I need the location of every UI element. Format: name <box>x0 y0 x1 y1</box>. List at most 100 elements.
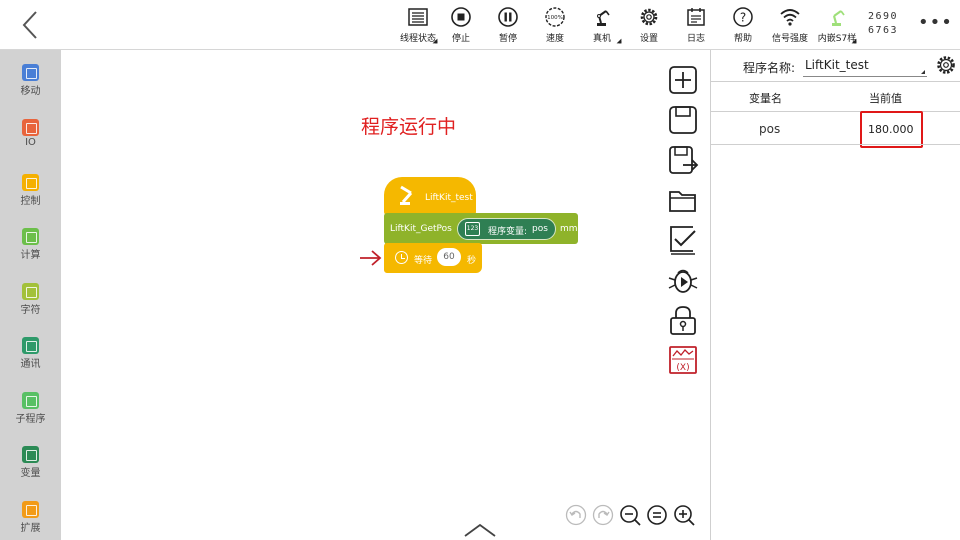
gear-icon[interactable] <box>935 54 957 76</box>
dropdown-triangle-icon <box>432 38 438 44</box>
save-as-icon[interactable] <box>667 144 699 176</box>
svg-text:(X): (X) <box>676 363 689 373</box>
pause-icon <box>498 7 518 27</box>
zoom-reset-icon[interactable] <box>646 504 668 526</box>
dropdown-triangle-icon <box>921 70 925 74</box>
settings-label: 设置 <box>639 34 658 44</box>
thread-status-icon <box>408 8 428 26</box>
dropdown-triangle-icon <box>616 38 622 44</box>
liftkit-getpos-label: LiftKit_GetPos <box>390 224 452 234</box>
zoom-in-icon[interactable] <box>673 504 695 526</box>
wait-unit-label: 秒 <box>467 256 477 266</box>
new-program-icon[interactable] <box>667 64 699 96</box>
open-folder-icon[interactable] <box>667 184 699 216</box>
variable-icon <box>22 446 39 463</box>
dropdown-triangle-icon <box>851 38 857 44</box>
category-move[interactable]: 移动 <box>0 50 61 100</box>
current-step-arrow-icon <box>360 250 382 266</box>
variable-monitor-icon[interactable]: (X) <box>667 344 699 376</box>
string-icon <box>22 283 39 300</box>
status-number-line2: 6763 <box>868 25 899 36</box>
program-canvas[interactable]: 程序运行中 LiftKit_test LiftKit_GetPos 123 程序… <box>61 50 711 540</box>
io-icon <box>22 119 39 136</box>
back-arrow-icon[interactable] <box>18 8 44 42</box>
current-value-column-header: 当前值 <box>869 92 902 105</box>
signal-strength-button[interactable]: 信号强度 <box>767 4 813 48</box>
variable-value-cell: 180.000 <box>868 123 914 136</box>
category-variable[interactable]: 变量 <box>0 432 61 482</box>
category-label: 计算 <box>20 250 41 261</box>
thread-status-button[interactable]: 线程状态 <box>395 4 441 48</box>
help-button[interactable]: ? 帮助 <box>720 4 766 48</box>
pause-button[interactable]: 暂停 <box>485 4 531 48</box>
stop-label: 停止 <box>451 34 470 44</box>
lock-icon[interactable] <box>667 304 699 336</box>
category-extension[interactable]: 扩展 <box>0 487 61 537</box>
gear-icon <box>640 8 658 26</box>
status-numbers: 2690 6763 <box>868 10 908 38</box>
category-string[interactable]: 字符 <box>0 269 61 319</box>
help-label: 帮助 <box>733 34 752 44</box>
category-subroutine[interactable]: 子程序 <box>0 378 61 428</box>
category-io[interactable]: IO <box>0 105 61 155</box>
category-label: 通讯 <box>20 359 41 370</box>
divider <box>711 144 960 145</box>
program-name-label: 程序名称: <box>743 61 796 75</box>
stop-button[interactable]: 停止 <box>438 4 484 48</box>
category-label: IO <box>25 137 36 148</box>
category-label: 子程序 <box>15 414 46 425</box>
panel-header: 程序名称: LiftKit_test <box>711 50 960 82</box>
robot-arm-icon <box>597 10 610 26</box>
log-icon <box>687 8 705 26</box>
control-icon <box>22 174 39 191</box>
clock-icon <box>395 251 408 264</box>
category-label: 扩展 <box>20 523 41 534</box>
save-icon[interactable] <box>667 104 699 136</box>
category-communication[interactable]: 通讯 <box>0 323 61 373</box>
embedded-robot-icon <box>832 10 845 26</box>
robot-arm-icon <box>400 185 413 205</box>
program-name-text: LiftKit_test <box>425 193 473 203</box>
program-variable-value: pos <box>532 224 548 234</box>
number-variable-icon: 123 <box>465 222 480 236</box>
chevron-up-icon[interactable] <box>461 520 499 538</box>
zoom-controls <box>565 504 697 528</box>
block-category-sidebar: 移动 IO 控制 计算 字符 通讯 子程序 变量 扩展 <box>0 50 61 540</box>
category-label: 变量 <box>20 468 41 479</box>
top-toolbar: 线程状态 停止 暂停 100% 速度 真机 设置 日志 ? 帮助 信号强度 内嵌… <box>0 0 960 50</box>
embedded-robot-button[interactable]: 内嵌S7样 <box>814 4 860 48</box>
help-icon: ? <box>733 7 753 27</box>
variable-name-column-header: 变量名 <box>749 92 782 105</box>
category-control[interactable]: 控制 <box>0 160 61 210</box>
wait-seconds-input[interactable]: 60 <box>437 248 461 266</box>
program-running-status: 程序运行中 <box>361 116 457 138</box>
log-button[interactable]: 日志 <box>673 4 719 48</box>
variable-panel: 程序名称: LiftKit_test 变量名 当前值 pos 180.000 <box>710 50 960 540</box>
program-name-select[interactable]: LiftKit_test <box>803 57 927 77</box>
svg-text:?: ? <box>740 11 746 25</box>
extension-icon <box>22 501 39 518</box>
speed-button[interactable]: 100% 速度 <box>532 4 578 48</box>
check-program-icon[interactable] <box>667 224 699 256</box>
more-menu-button[interactable]: ••• <box>918 12 952 33</box>
category-compute[interactable]: 计算 <box>0 214 61 264</box>
calculator-icon <box>22 228 39 245</box>
zoom-out-icon[interactable] <box>619 504 641 526</box>
category-label: 字符 <box>20 305 41 316</box>
category-label: 移动 <box>20 86 41 97</box>
wifi-icon <box>780 9 800 26</box>
move-icon <box>22 64 39 81</box>
variable-name-cell: pos <box>759 122 781 136</box>
settings-button[interactable]: 设置 <box>626 4 672 48</box>
communication-icon <box>22 337 39 354</box>
program-variable-label: 程序变量: <box>488 227 528 237</box>
speed-value: 100% <box>547 15 563 21</box>
real-robot-button[interactable]: 真机 <box>579 4 625 48</box>
speed-gauge-icon: 100% <box>545 7 565 27</box>
signal-strength-label: 信号强度 <box>771 34 808 44</box>
undo-icon[interactable] <box>565 504 587 526</box>
category-label: 控制 <box>20 196 41 207</box>
wait-label: 等待 <box>414 256 433 266</box>
debug-bug-icon[interactable] <box>667 264 699 296</box>
redo-icon[interactable] <box>592 504 614 526</box>
